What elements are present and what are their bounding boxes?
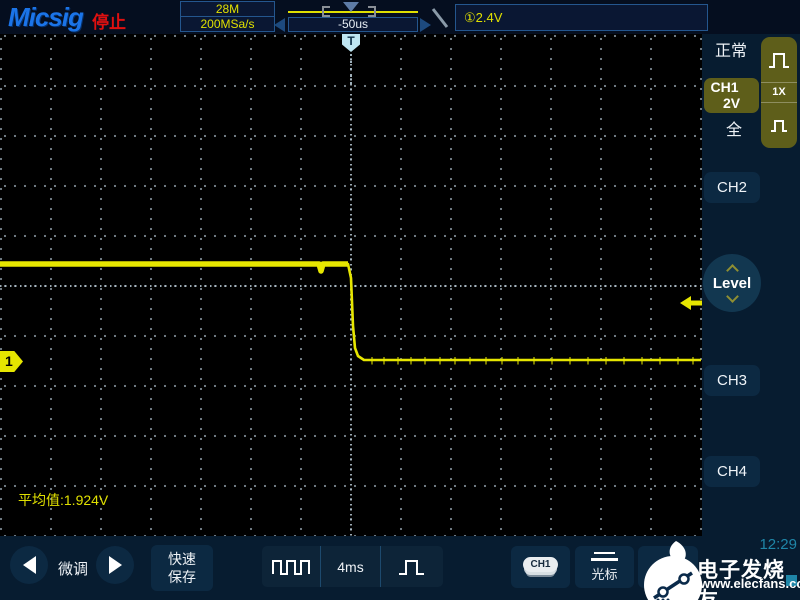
probe-panel[interactable]: 1X <box>761 37 797 148</box>
timebase-value[interactable]: 4ms <box>320 546 380 587</box>
measurement-value: 1.924V <box>63 492 109 508</box>
run-status[interactable]: 停止 <box>92 8 126 33</box>
memory-depth: 28M <box>181 2 274 17</box>
sample-rate: 200MSa/s <box>200 16 255 31</box>
right-triangle-icon <box>108 556 122 574</box>
waveform-display[interactable]: T 1 平均值:1.924V <box>0 34 702 536</box>
trigger-position-triangle-icon[interactable] <box>343 2 359 12</box>
timebase-faster-button[interactable] <box>380 546 443 587</box>
memory-window-bracket-right <box>368 6 376 17</box>
pulse-train-icon <box>272 559 310 575</box>
acquisition-box[interactable]: 28M 200MSa/s <box>180 1 275 32</box>
clock: 12:29 <box>759 536 797 553</box>
oscilloscope-app: Micsig 停止 28M 200MSa/s -50us ①2.4V T 1 平… <box>0 0 800 600</box>
channel-select-button[interactable]: CH1 <box>511 546 570 588</box>
cursor-lines-icon <box>591 551 618 561</box>
timebase-slower-button[interactable] <box>262 546 320 587</box>
bandwidth-label[interactable]: 全 <box>726 116 742 140</box>
probe-attenuation[interactable]: 1X <box>772 83 785 102</box>
left-triangle-icon <box>22 556 36 574</box>
bottom-bar: 微调 快速 保存 4ms CH1 光标 12:29 <box>0 536 800 600</box>
fine-tune-label: 微调 <box>57 561 88 578</box>
trigger-readout[interactable]: ①2.4V <box>455 4 708 31</box>
ch2-channel-button[interactable]: CH2 <box>704 172 760 203</box>
trigger-level-button[interactable]: Level <box>703 254 761 312</box>
ch3-channel-button[interactable]: CH3 <box>704 365 760 396</box>
quick-save-button[interactable]: 快速 保存 <box>151 545 213 591</box>
ch4-channel-button[interactable]: CH4 <box>704 456 760 487</box>
quick-save-line1: 快速 <box>168 551 196 567</box>
pulse-wide-icon[interactable] <box>761 37 797 82</box>
top-bar: Micsig 停止 28M 200MSa/s -50us ①2.4V <box>0 0 800 34</box>
chevron-down-icon <box>725 289 739 303</box>
pulse-icon <box>399 559 424 575</box>
level-label: Level <box>712 274 752 292</box>
more-button[interactable] <box>638 546 698 588</box>
brand-logo: Micsig <box>8 2 84 32</box>
cursor-button[interactable]: 光标 <box>575 546 634 588</box>
memory-window-bracket-left <box>322 6 330 17</box>
ch1-label: CH1 <box>710 79 739 95</box>
falling-slope-icon[interactable] <box>430 6 450 35</box>
horizontal-position[interactable]: -50us <box>288 17 418 32</box>
cursor-label: 光标 <box>591 566 618 582</box>
fine-tune-left-button[interactable] <box>10 546 48 584</box>
pulse-narrow-icon[interactable] <box>761 103 797 148</box>
ch1-scale: 2V <box>722 95 741 111</box>
quick-save-line2: 保存 <box>168 569 196 585</box>
channel-stack-icon: CH1 <box>523 556 558 572</box>
trigger-mode-label[interactable]: 正常 <box>715 37 747 61</box>
right-sidebar: 正常 CH1 2V 全 1X CH2 Level CH3 CH4 <box>702 34 800 536</box>
fine-tune-right-button[interactable] <box>96 546 134 584</box>
measurement-label: 平均值: <box>18 492 64 508</box>
ch1-channel-button[interactable]: CH1 2V <box>704 78 759 113</box>
timebase-group: 4ms <box>262 546 443 587</box>
measurement-readout: 平均值:1.924V <box>18 490 108 510</box>
scroll-left-icon[interactable] <box>274 18 285 32</box>
trigger-position-line <box>350 54 352 84</box>
trigger-level-arrow-icon[interactable] <box>680 295 702 316</box>
ch1-waveform-trace <box>0 261 701 365</box>
